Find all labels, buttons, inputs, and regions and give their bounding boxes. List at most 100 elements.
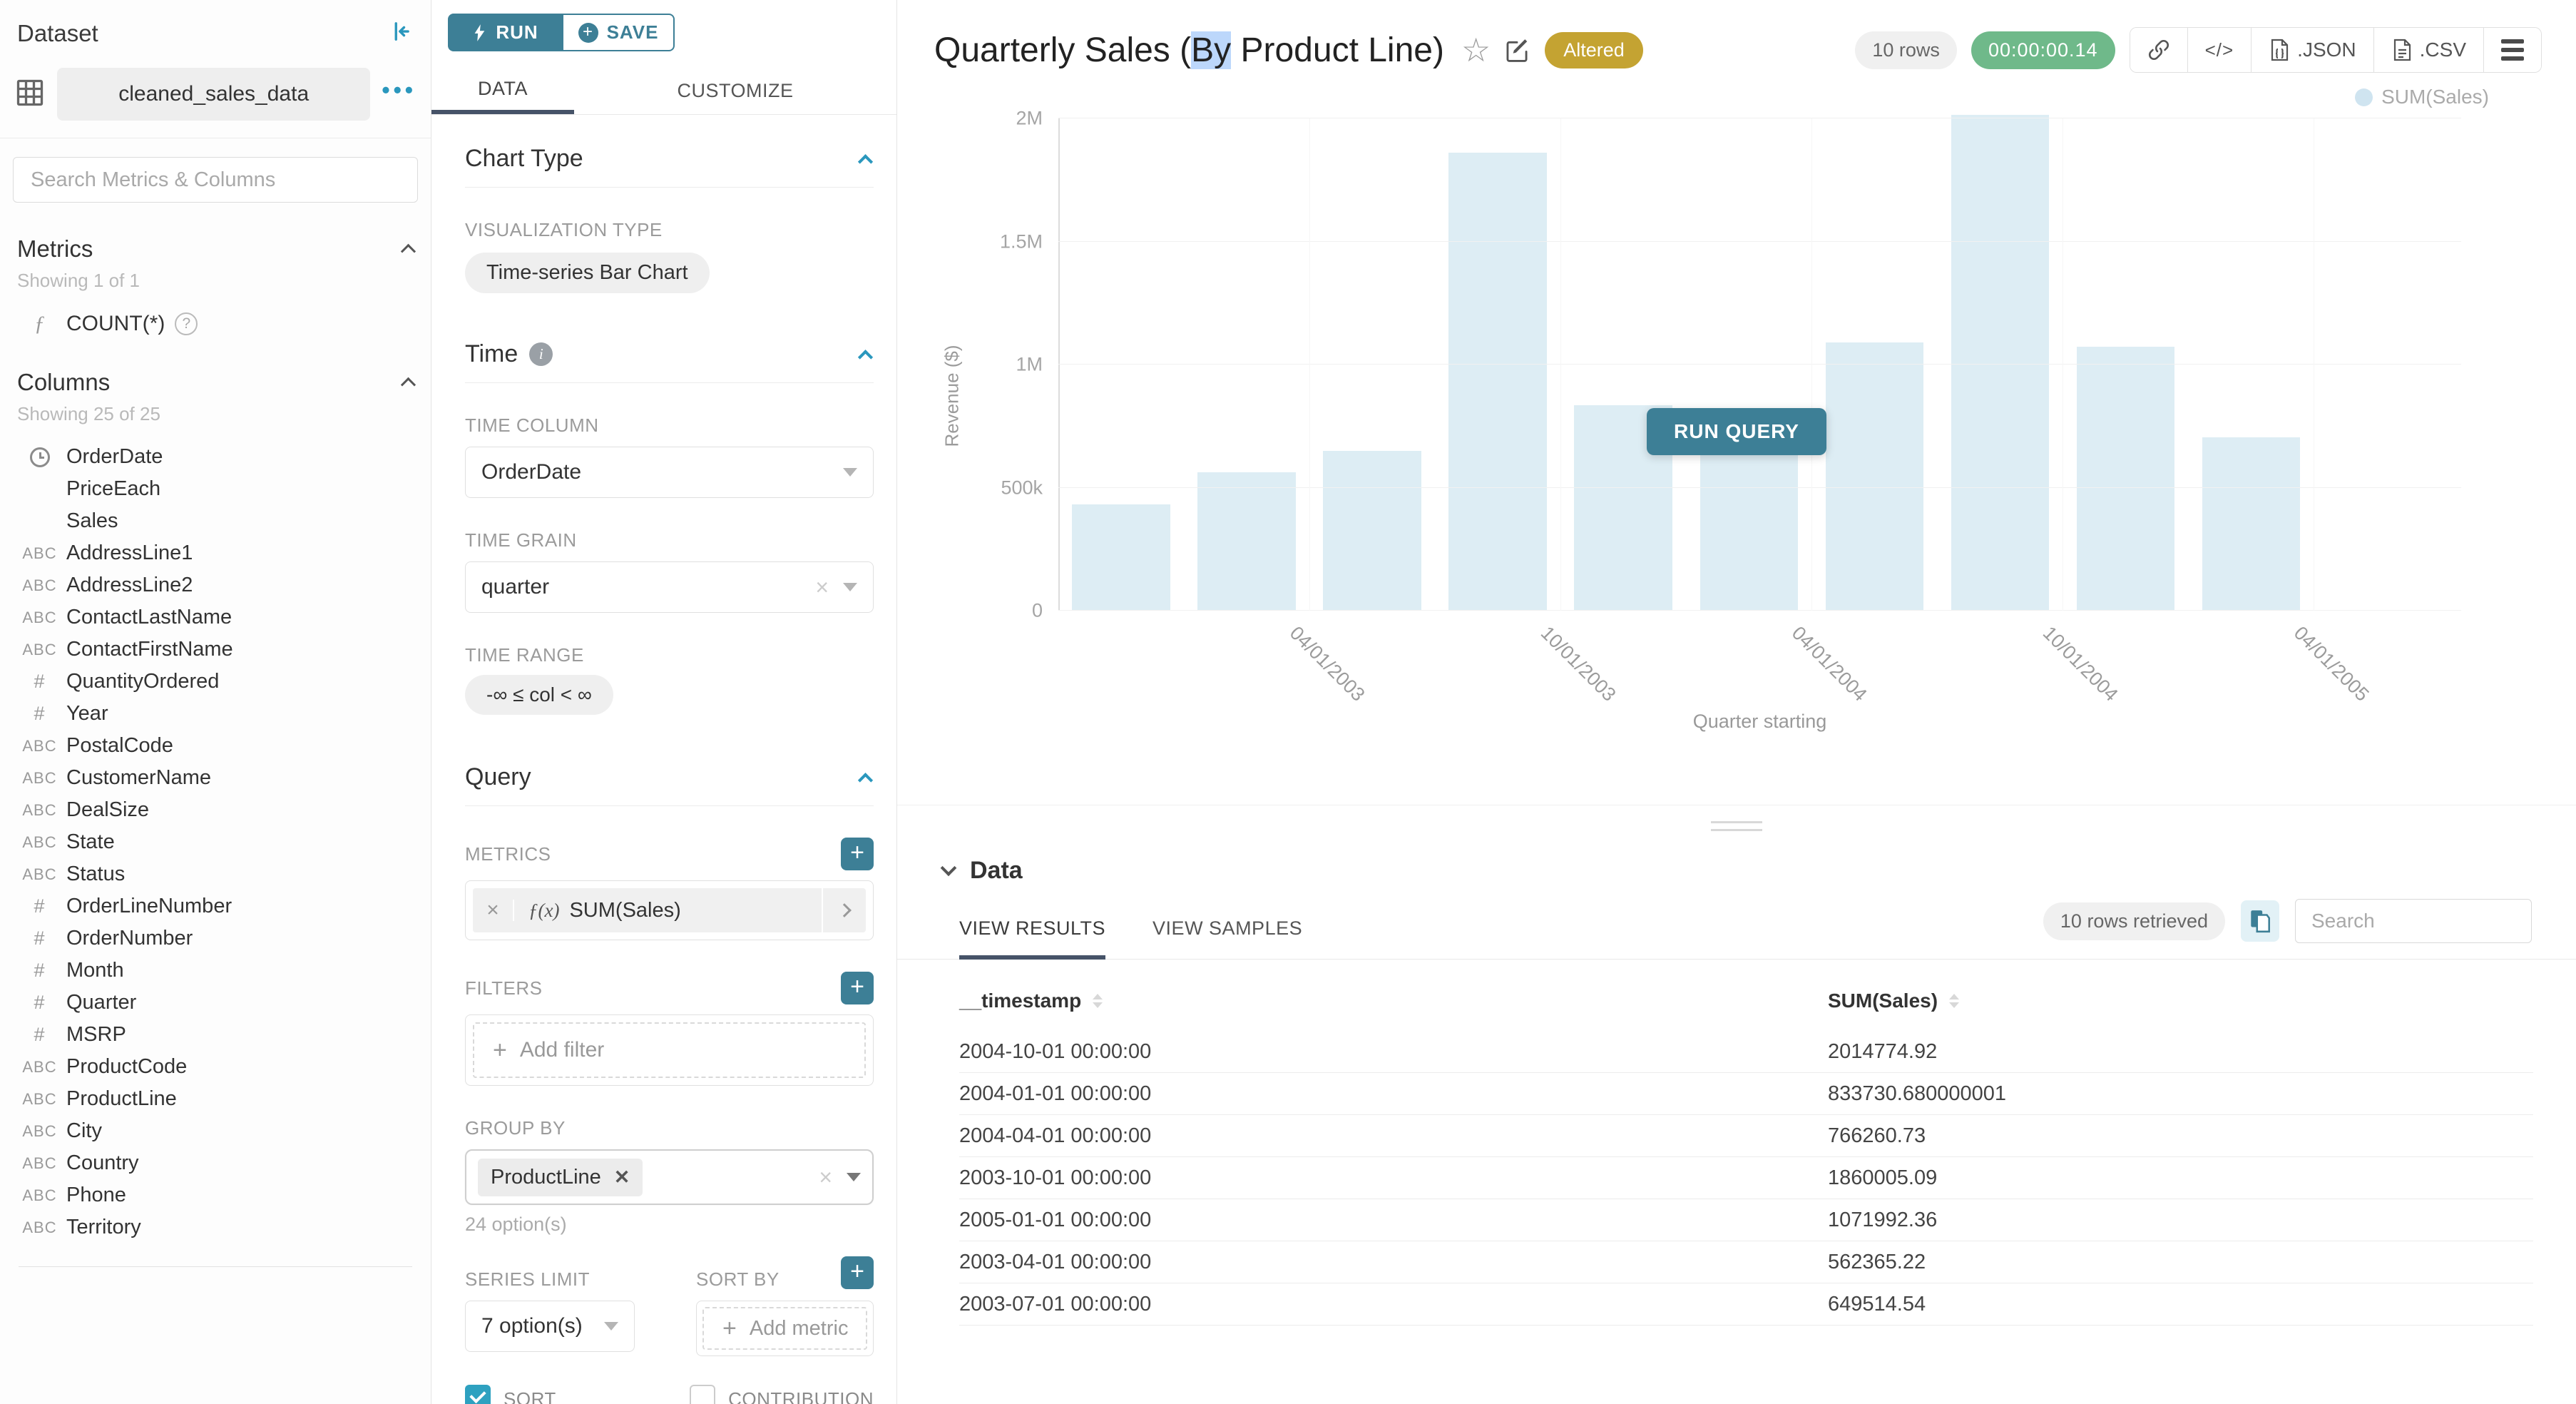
clear-icon[interactable]: × bbox=[815, 576, 829, 599]
bar-2005-01-01[interactable] bbox=[2077, 347, 2174, 611]
collapse-metrics-icon[interactable] bbox=[401, 243, 416, 258]
column-item[interactable]: ABCPostalCode bbox=[13, 730, 418, 762]
bar-2005-04-01[interactable] bbox=[2202, 437, 2300, 611]
results-search-box bbox=[2295, 899, 2532, 943]
column-item[interactable]: #Year bbox=[13, 698, 418, 730]
collapse-sidebar-icon[interactable] bbox=[388, 19, 414, 48]
dataset-more-icon[interactable]: ••• bbox=[382, 77, 416, 112]
bar-slot bbox=[1309, 118, 1435, 611]
column-item[interactable]: ABCAddressLine1 bbox=[13, 537, 418, 569]
bar-2003-01-01[interactable] bbox=[1072, 504, 1170, 611]
expand-metric-icon[interactable] bbox=[822, 888, 866, 932]
add-sort-metric-dropzone[interactable]: + Add metric bbox=[702, 1307, 867, 1350]
chart-legend[interactable]: SUM(Sales) bbox=[2355, 86, 2489, 108]
clear-icon[interactable]: × bbox=[819, 1166, 832, 1189]
table-row[interactable]: 2003-10-01 00:00:001860005.09 bbox=[959, 1157, 2533, 1199]
resize-handle[interactable] bbox=[1704, 814, 1769, 838]
column-item[interactable]: ABCStatus bbox=[13, 858, 418, 890]
time-range-value[interactable]: -∞ ≤ col < ∞ bbox=[465, 675, 613, 715]
copy-link-button[interactable] bbox=[2130, 28, 2187, 72]
column-item[interactable]: #OrderNumber bbox=[13, 922, 418, 955]
series-limit-select[interactable]: 7 option(s) bbox=[465, 1301, 635, 1352]
add-metric-button[interactable]: + bbox=[841, 838, 874, 870]
collapse-section-icon[interactable] bbox=[858, 773, 873, 788]
bar-2004-07-01[interactable] bbox=[1826, 342, 1923, 611]
metric-chip[interactable]: × ƒ(x) SUM(Sales) bbox=[473, 888, 866, 932]
text-type-icon: ABC bbox=[13, 641, 66, 659]
column-item[interactable]: #Month bbox=[13, 955, 418, 987]
add-sort-metric-button[interactable]: + bbox=[841, 1256, 874, 1289]
help-icon[interactable]: ? bbox=[175, 312, 198, 335]
sort-icon[interactable] bbox=[1093, 994, 1103, 1008]
tab-customize[interactable]: CUSTOMIZE bbox=[574, 67, 896, 114]
column-item[interactable]: ABCContactFirstName bbox=[13, 634, 418, 666]
table-row[interactable]: 2004-10-01 00:00:002014774.92 bbox=[959, 1031, 2533, 1073]
table-row[interactable]: 2003-04-01 00:00:00562365.22 bbox=[959, 1241, 2533, 1283]
time-column-select[interactable]: OrderDate bbox=[465, 447, 874, 498]
table-row[interactable]: 2004-04-01 00:00:00766260.73 bbox=[959, 1115, 2533, 1157]
edit-properties-icon[interactable] bbox=[1503, 36, 1530, 63]
bar-2003-04-01[interactable] bbox=[1197, 472, 1295, 611]
table-row[interactable]: 2004-01-01 00:00:00833730.680000001 bbox=[959, 1073, 2533, 1115]
bar-2003-10-01[interactable] bbox=[1448, 153, 1546, 611]
tab-data[interactable]: DATA bbox=[431, 67, 574, 114]
add-filter-dropzone[interactable]: + Add filter bbox=[473, 1022, 866, 1078]
export-json-button[interactable]: .JSON bbox=[2251, 28, 2373, 72]
tab-view-results[interactable]: VIEW RESULTS bbox=[959, 917, 1105, 960]
group-by-select[interactable]: ProductLine ✕ × bbox=[465, 1149, 874, 1205]
column-item[interactable]: ABCCity bbox=[13, 1115, 418, 1147]
tab-view-samples[interactable]: VIEW SAMPLES bbox=[1152, 917, 1302, 959]
visualization-type-value[interactable]: Time-series Bar Chart bbox=[465, 253, 710, 293]
embed-code-button[interactable]: </> bbox=[2187, 28, 2252, 72]
chart-menu-button[interactable] bbox=[2483, 28, 2541, 72]
collapse-data-icon[interactable] bbox=[941, 860, 957, 876]
column-item[interactable]: #MSRP bbox=[13, 1019, 418, 1051]
table-row[interactable]: 2003-07-01 00:00:00649514.54 bbox=[959, 1283, 2533, 1326]
column-item[interactable]: #QuantityOrdered bbox=[13, 666, 418, 698]
dataset-name[interactable]: cleaned_sales_data bbox=[57, 68, 370, 121]
column-item[interactable]: ABCCustomerName bbox=[13, 762, 418, 794]
metric-item[interactable]: ƒ COUNT(*) ? bbox=[13, 312, 418, 336]
column-header-timestamp[interactable]: __timestamp bbox=[959, 990, 1828, 1012]
copy-data-button[interactable] bbox=[2241, 900, 2279, 942]
export-csv-button[interactable]: .CSV bbox=[2373, 28, 2483, 72]
column-item[interactable]: ABCState bbox=[13, 826, 418, 858]
column-item[interactable]: #OrderLineNumber bbox=[13, 890, 418, 922]
run-query-button[interactable]: RUN QUERY bbox=[1647, 408, 1826, 455]
remove-metric-icon[interactable]: × bbox=[473, 900, 514, 921]
column-item[interactable]: Sales bbox=[13, 505, 418, 537]
column-label: OrderLineNumber bbox=[66, 895, 232, 918]
add-filter-button[interactable]: + bbox=[841, 972, 874, 1004]
chart-title[interactable]: Quarterly Sales (By Product Line) bbox=[934, 31, 1444, 70]
results-search-input[interactable] bbox=[2310, 909, 2517, 933]
altered-badge[interactable]: Altered bbox=[1545, 32, 1643, 68]
save-button[interactable]: + SAVE bbox=[562, 14, 675, 51]
sort-icon[interactable] bbox=[1949, 994, 1959, 1008]
table-row[interactable]: 2005-01-01 00:00:001071992.36 bbox=[959, 1199, 2533, 1241]
favorite-star-icon[interactable]: ☆ bbox=[1461, 34, 1491, 66]
column-item[interactable]: ABCAddressLine2 bbox=[13, 569, 418, 601]
collapse-section-icon[interactable] bbox=[858, 350, 873, 365]
search-metrics-columns-input[interactable] bbox=[29, 168, 402, 193]
column-item[interactable]: ABCCountry bbox=[13, 1147, 418, 1179]
run-button[interactable]: RUN bbox=[448, 14, 562, 51]
time-grain-select[interactable]: quarter × bbox=[465, 561, 874, 613]
column-item[interactable]: ABCDealSize bbox=[13, 794, 418, 826]
remove-tag-icon[interactable]: ✕ bbox=[614, 1168, 630, 1187]
sort-descending-checkbox[interactable] bbox=[465, 1385, 491, 1404]
column-item[interactable]: OrderDate bbox=[13, 441, 418, 473]
collapse-columns-icon[interactable] bbox=[401, 377, 416, 392]
column-item[interactable]: ABCPhone bbox=[13, 1179, 418, 1211]
column-item[interactable]: #Quarter bbox=[13, 987, 418, 1019]
column-item[interactable]: ABCProductLine bbox=[13, 1083, 418, 1115]
collapse-section-icon[interactable] bbox=[858, 154, 873, 169]
contribution-checkbox[interactable] bbox=[690, 1385, 715, 1404]
bar-2003-07-01[interactable] bbox=[1323, 451, 1421, 611]
column-item[interactable]: ABCProductCode bbox=[13, 1051, 418, 1083]
column-item[interactable]: PriceEach bbox=[13, 473, 418, 505]
column-item[interactable]: ABCContactLastName bbox=[13, 601, 418, 634]
group-by-tag[interactable]: ProductLine ✕ bbox=[478, 1159, 643, 1196]
column-item[interactable]: ABCTerritory bbox=[13, 1211, 418, 1243]
bar-2004-10-01[interactable] bbox=[1951, 115, 2049, 611]
column-header-sum-sales[interactable]: SUM(Sales) bbox=[1828, 990, 1959, 1012]
